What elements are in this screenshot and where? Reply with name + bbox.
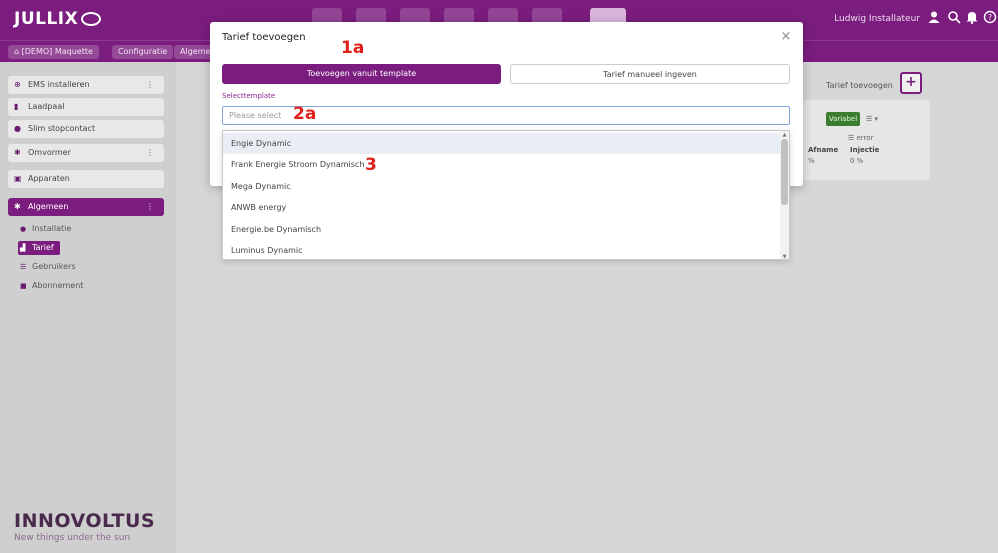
sidebar-item-inverter[interactable]: ✱ Omvormer ⋮ xyxy=(8,144,164,162)
brand-logo: INNOVOLTUS New things under the sun xyxy=(14,510,155,543)
sidebar-subitem-tariff[interactable]: ▟ Tarief xyxy=(18,241,60,255)
user-name[interactable]: Ludwig Installateur xyxy=(834,14,920,24)
sidebar-subitem-subscription[interactable]: ■ Abonnement xyxy=(18,279,83,293)
val-afname: % xyxy=(808,157,815,165)
users-icon: ☰ xyxy=(20,263,27,271)
option-item[interactable]: ANWB energy xyxy=(223,197,781,218)
scroll-down-icon[interactable]: ▼ xyxy=(781,254,788,259)
svg-text:?: ? xyxy=(988,13,992,22)
device-icon: ▣ xyxy=(14,174,22,183)
brand-tagline: New things under the sun xyxy=(14,533,131,543)
brand-name: INNOVOLTUS xyxy=(14,510,156,532)
option-item[interactable]: Engie Dynamic xyxy=(223,133,781,154)
status-badge: Variabel xyxy=(826,112,860,126)
bell-icon[interactable] xyxy=(964,10,980,26)
charger-icon: ▮ xyxy=(14,102,19,111)
scrollbar-track[interactable]: ▲ ▼ xyxy=(780,131,789,259)
subscription-icon: ■ xyxy=(20,282,27,290)
more-icon[interactable]: ⋮ xyxy=(146,76,154,94)
annotation-options: 3 xyxy=(365,155,377,175)
sidebar-item-devices[interactable]: ▣ Apparaten xyxy=(8,170,164,188)
option-item[interactable]: Frank Energie Stroom Dynamisch xyxy=(223,154,781,175)
sidebar-item-charger[interactable]: ▮ Laadpaal xyxy=(8,98,164,116)
chart-icon: ▟ xyxy=(20,244,26,252)
col-injectie: Injectie xyxy=(850,146,880,154)
breadcrumb-item-config[interactable]: Configuratie xyxy=(112,45,174,59)
scrollbar-thumb[interactable] xyxy=(781,139,788,205)
installation-icon: ● xyxy=(20,225,27,233)
sidebar-item-smart-plug[interactable]: ● Slim stopcontact xyxy=(8,120,164,138)
option-item[interactable]: Energie.be Dynamisch xyxy=(223,219,781,240)
logo[interactable]: JULLIX xyxy=(14,9,102,29)
more-icon[interactable]: ⋮ xyxy=(146,198,154,216)
template-options-list: Engie Dynamic Frank Energie Stroom Dynam… xyxy=(222,130,790,260)
close-icon[interactable]: × xyxy=(779,30,793,44)
template-field-label: Selecttemplate xyxy=(222,92,276,100)
option-item[interactable]: Mega Dynamic xyxy=(223,176,781,197)
sidebar: ⊕ EMS installeren ⋮ ▮ Laadpaal ● Slim st… xyxy=(0,62,176,553)
help-icon[interactable]: ? xyxy=(982,10,998,26)
col-afname: Afname xyxy=(808,146,839,154)
ems-icon: ⊕ xyxy=(14,80,21,89)
add-tariff-label: Tarief toevoegen xyxy=(826,81,893,90)
option-item[interactable]: Luminus Dynamic xyxy=(223,240,781,259)
breadcrumb-item-site[interactable]: ⌂ [DEMO] Maquette xyxy=(8,45,99,59)
tab-from-template[interactable]: Toevoegen vanuit template xyxy=(222,64,501,84)
gear-icon: ✱ xyxy=(14,202,21,211)
user-icon[interactable] xyxy=(926,10,942,26)
tab-manual-entry[interactable]: Tarief manueel ingeven xyxy=(510,64,790,84)
sidebar-item-ems[interactable]: ⊕ EMS installeren ⋮ xyxy=(8,76,164,94)
card-small-text: ☰ error xyxy=(848,134,874,142)
modal-title: Tarief toevoegen xyxy=(222,32,306,43)
plug-icon: ● xyxy=(14,124,21,133)
gear-icon: ✱ xyxy=(14,148,21,157)
sidebar-item-general[interactable]: ✱ Algemeen ⋮ xyxy=(8,198,164,216)
card-menu-dropdown[interactable]: ☰ ▾ xyxy=(866,112,884,126)
val-injectie: 0 % xyxy=(850,157,864,165)
annotation-tabs: 1a xyxy=(341,38,365,58)
logo-mark-icon xyxy=(81,12,102,26)
annotation-select: 2a xyxy=(293,104,317,124)
add-tariff-button[interactable]: + xyxy=(900,72,922,94)
scroll-up-icon[interactable]: ▲ xyxy=(781,132,788,138)
sidebar-subitem-installation[interactable]: ● Installatie xyxy=(18,222,71,236)
more-icon[interactable]: ⋮ xyxy=(146,144,154,162)
sidebar-subitem-users[interactable]: ☰ Gebruikers xyxy=(18,260,76,274)
logo-text: JULLIX xyxy=(14,9,79,29)
search-icon[interactable] xyxy=(946,10,962,26)
